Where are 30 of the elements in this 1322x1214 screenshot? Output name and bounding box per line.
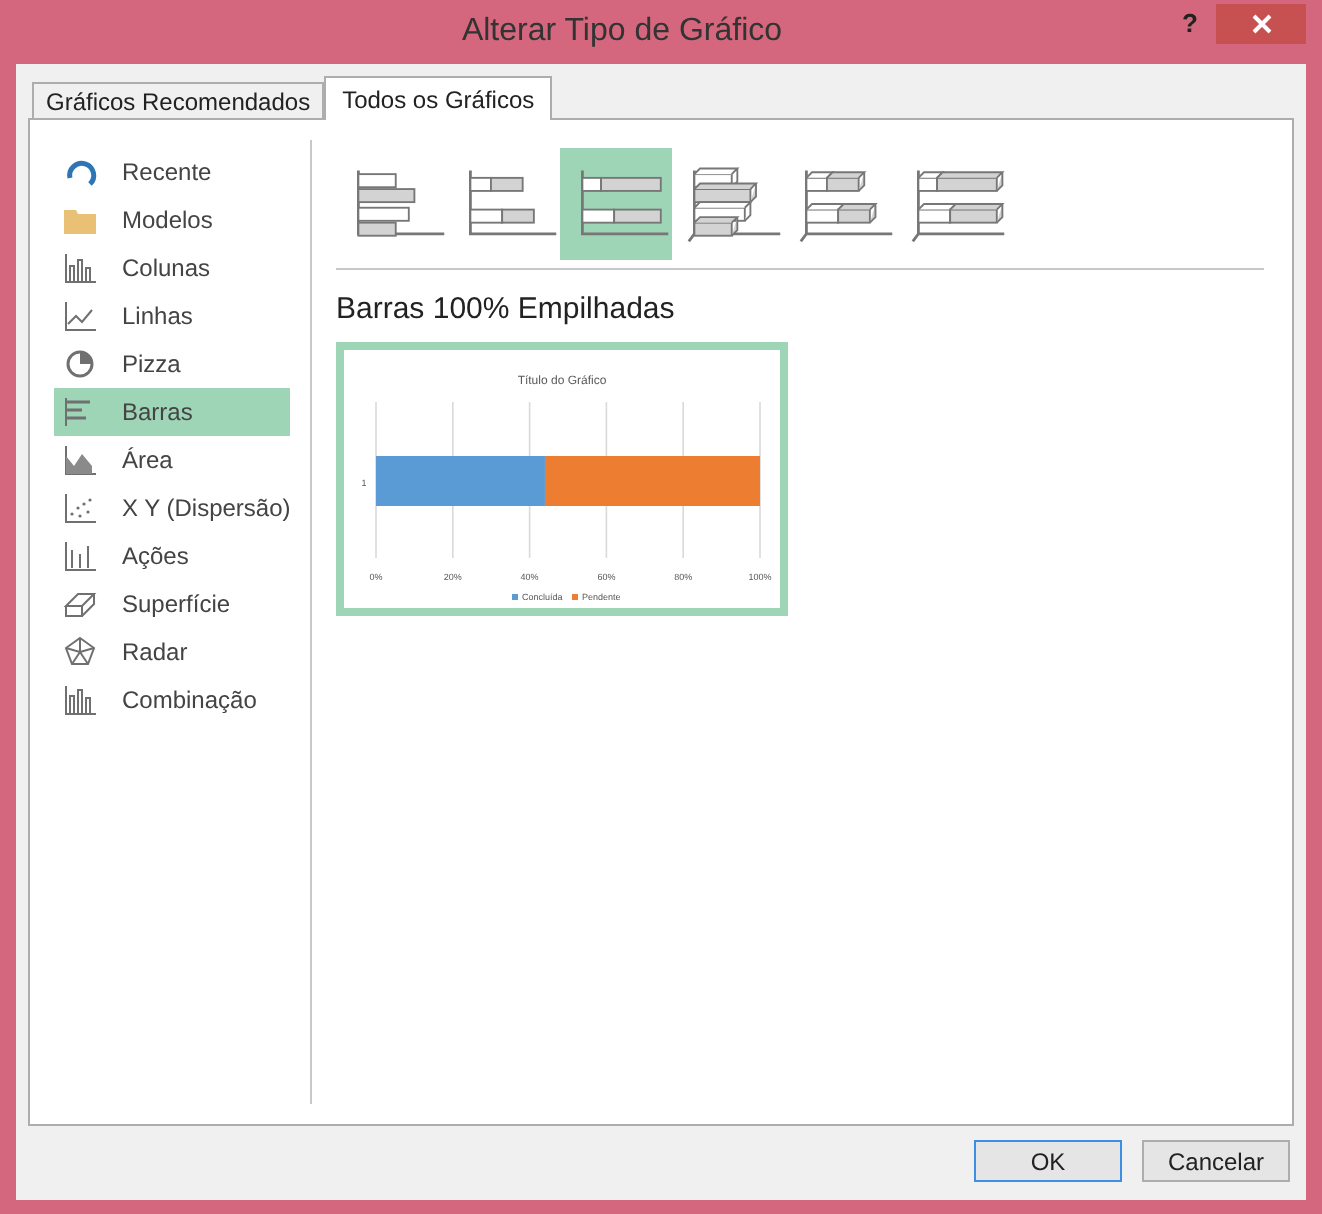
line-chart-icon [62, 298, 98, 334]
chart-type-item[interactable]: Superfície [54, 580, 290, 628]
help-button[interactable]: ? [1164, 4, 1216, 44]
chart-type-item[interactable]: Linhas [54, 292, 290, 340]
chart-type-item[interactable]: Modelos [54, 196, 290, 244]
chart-type-item[interactable]: Colunas [54, 244, 290, 292]
tab[interactable]: Todos os Gráficos [324, 76, 553, 120]
tab[interactable]: Gráficos Recomendados [32, 82, 325, 118]
preview-heading: Barras 100% Empilhadas [336, 290, 677, 330]
chart-type-item[interactable]: Barras [54, 388, 290, 436]
area-chart-icon [62, 442, 98, 478]
chart-type-item[interactable]: Área [54, 436, 290, 484]
stock-chart-icon [62, 538, 98, 574]
dialog-button[interactable]: OK [974, 1140, 1122, 1182]
window-title: Alterar Tipo de Gráfico [459, 12, 785, 52]
radar-chart-icon [62, 634, 98, 670]
subtype-option[interactable] [560, 148, 672, 260]
pie-chart-icon [62, 346, 98, 382]
close-button[interactable] [1216, 4, 1306, 44]
chart-type-item[interactable]: X Y (Dispersão) [54, 484, 290, 532]
chart-type-item[interactable]: Radar [54, 628, 290, 676]
scatter-chart-icon [62, 490, 98, 526]
chart-type-item[interactable]: Combinação [54, 676, 290, 724]
close-icon [1251, 14, 1271, 34]
chart-type-item[interactable]: Ações [54, 532, 290, 580]
chart-type-item[interactable]: Pizza [54, 340, 290, 388]
dialog-button[interactable]: Cancelar [1142, 1140, 1290, 1182]
column-chart-icon [62, 250, 98, 286]
combo-chart-icon [62, 682, 98, 718]
chart-type-item[interactable]: Recente [54, 148, 290, 196]
